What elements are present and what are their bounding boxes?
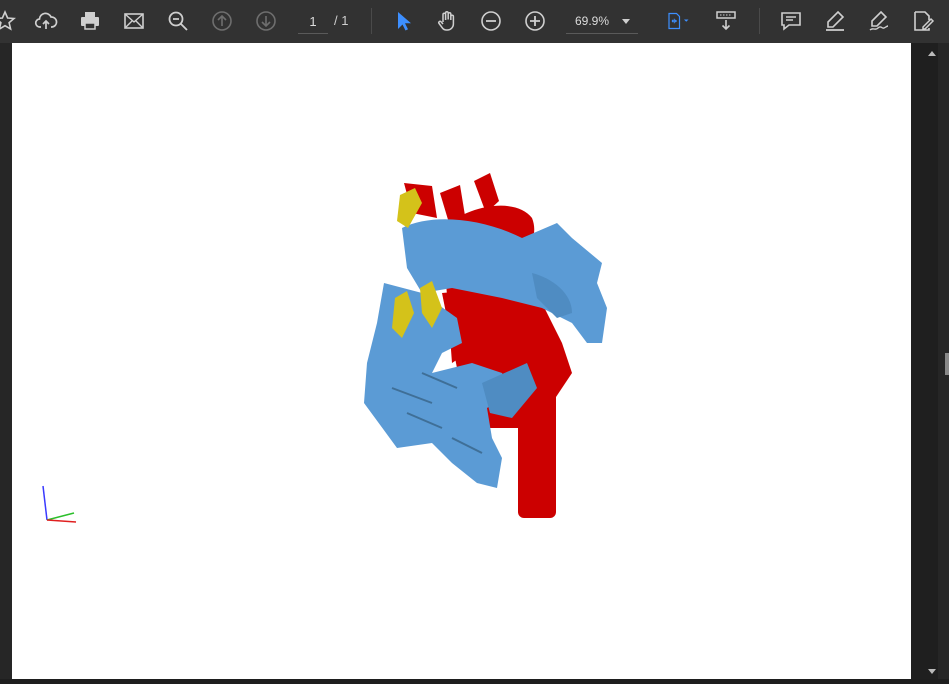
- search-icon: [168, 11, 188, 31]
- edit-pdf-button[interactable]: [908, 7, 938, 35]
- zoom-in-icon: [525, 11, 545, 31]
- zoom-level-dropdown[interactable]: 69.9%: [566, 9, 638, 34]
- email-button[interactable]: [119, 7, 149, 35]
- fit-page-button[interactable]: [658, 7, 698, 35]
- sign-icon: [869, 10, 889, 31]
- sign-button[interactable]: [864, 7, 894, 35]
- star-icon: [0, 9, 16, 31]
- highlight-icon: [826, 10, 845, 31]
- highlight-button[interactable]: [820, 7, 850, 35]
- zoom-in-button[interactable]: [520, 7, 550, 35]
- comment-button[interactable]: [776, 7, 806, 35]
- side-panel-collapse-handle[interactable]: [945, 353, 949, 375]
- toolbar: / 1 69.9%: [0, 0, 949, 43]
- select-tool-button[interactable]: [388, 7, 418, 35]
- zoom-level-value: 69.9%: [575, 14, 610, 28]
- scroll-mode-icon: [716, 11, 736, 31]
- zoom-out-icon: [481, 11, 501, 31]
- cloud-upload-icon: [34, 12, 58, 29]
- chevron-down-icon: [622, 19, 630, 24]
- toolbar-divider: [371, 8, 372, 34]
- print-icon: [81, 12, 99, 30]
- scroll-up-arrow-icon[interactable]: [928, 51, 936, 56]
- comment-icon: [781, 12, 801, 31]
- heart-model: [364, 173, 607, 518]
- scroll-mode-button[interactable]: [711, 7, 741, 35]
- edit-pdf-icon: [914, 11, 935, 31]
- bookmark-star-button[interactable]: [0, 7, 20, 35]
- scroll-down-arrow-icon[interactable]: [928, 669, 936, 674]
- document-viewer: [0, 43, 949, 679]
- toolbar-divider: [759, 8, 760, 34]
- page-number-input[interactable]: [298, 9, 328, 34]
- page-down-icon: [256, 11, 276, 31]
- axis-triad-icon: [42, 485, 77, 523]
- upload-button[interactable]: [31, 7, 61, 35]
- hand-tool-icon: [438, 11, 455, 31]
- 3d-model-canvas[interactable]: [12, 43, 911, 679]
- select-cursor-icon: [398, 12, 411, 31]
- zoom-out-button[interactable]: [476, 7, 506, 35]
- find-button[interactable]: [163, 7, 193, 35]
- print-button[interactable]: [75, 7, 105, 35]
- previous-page-button[interactable]: [207, 7, 237, 35]
- next-page-button[interactable]: [251, 7, 281, 35]
- mail-icon: [124, 13, 144, 29]
- page-total: / 1: [334, 13, 349, 28]
- pdf-page: [12, 43, 911, 679]
- vertical-scrollbar[interactable]: [911, 43, 938, 679]
- fit-page-icon: [668, 12, 689, 30]
- hand-tool-button[interactable]: [432, 7, 462, 35]
- page-up-icon: [212, 11, 232, 31]
